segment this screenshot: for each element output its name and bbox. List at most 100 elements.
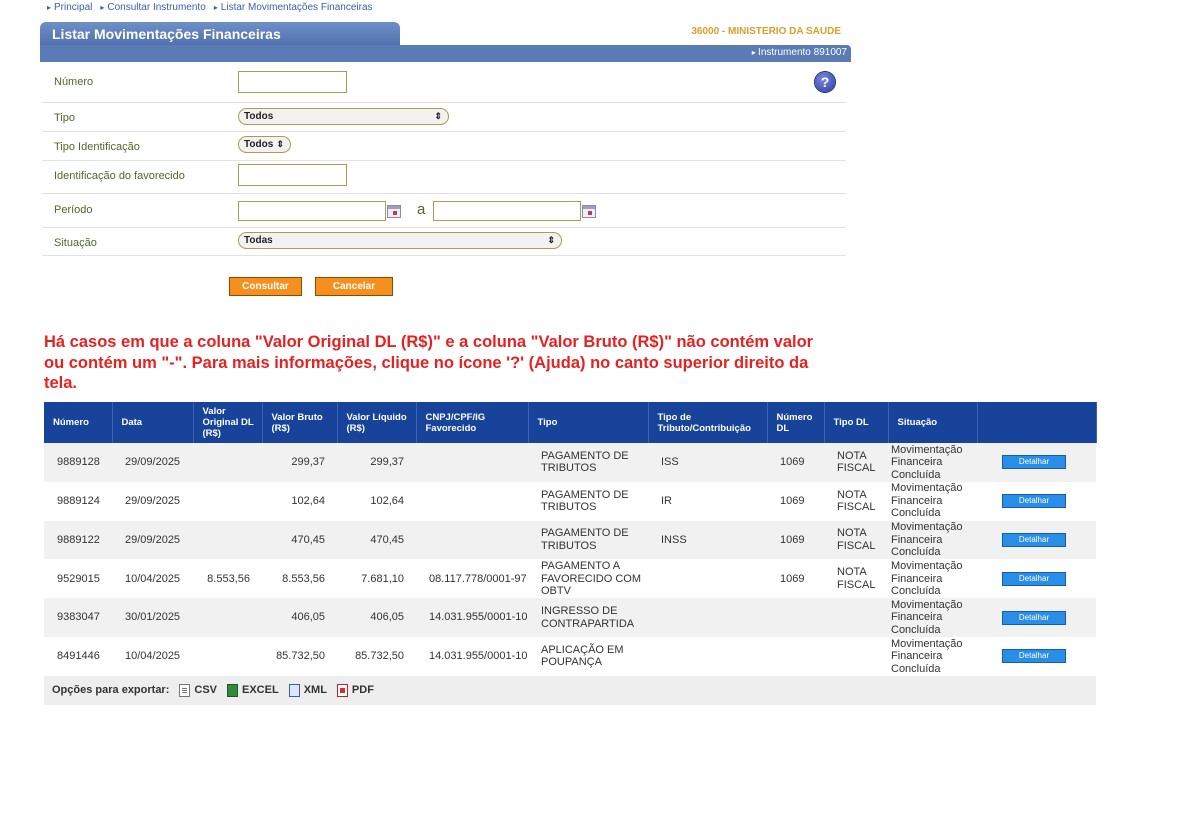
table-row: 9383047 30/01/2025 406,05 406,05 14.031.… — [44, 598, 1096, 637]
cell-tipo-dl: NOTA FISCAL — [824, 559, 888, 599]
cell-data: 10/04/2025 — [112, 636, 193, 676]
cell-tributo: ISS — [648, 443, 767, 482]
cell-numero-dl: 1069 — [767, 443, 824, 482]
header-numero-dl: Número DL — [767, 402, 825, 443]
form-row-tipo-identificacao: Tipo Identificação Todos ⇕ — [42, 131, 846, 161]
select-arrows-icon: ⇕ — [547, 235, 555, 245]
cell-data: 29/09/2025 — [112, 443, 193, 482]
numero-label: Número — [54, 76, 94, 88]
cell-tipo: PAGAMENTO DE TRIBUTOS — [528, 481, 648, 521]
cell-tipo: PAGAMENTO DE TRIBUTOS — [528, 443, 648, 482]
cell-valor-liquido: 102,64 — [337, 481, 416, 521]
cell-valor-original — [193, 443, 262, 482]
xml-file-icon[interactable] — [288, 684, 300, 697]
cell-numero-dl — [767, 636, 824, 676]
cell-data: 10/04/2025 — [112, 559, 193, 599]
cell-valor-liquido: 85.732,50 — [337, 636, 416, 676]
detalhar-button[interactable]: Detalhar — [1002, 571, 1066, 586]
detalhar-button[interactable]: Detalhar — [1002, 455, 1066, 470]
ident-favorecido-label: Identificação do favorecido — [54, 170, 185, 182]
excel-file-icon[interactable] — [227, 684, 238, 697]
header-numero: Número — [44, 402, 113, 443]
cell-cnpj: 14.031.955/0001-10 — [416, 636, 528, 676]
cell-valor-original — [193, 520, 262, 560]
cell-acao: Detalhar — [977, 636, 1096, 676]
cell-cnpj — [416, 520, 528, 560]
cell-valor-liquido: 406,05 — [337, 598, 416, 637]
cell-data: 29/09/2025 — [112, 481, 193, 521]
header-valor-bruto: Valor Bruto (R$) — [262, 402, 338, 443]
cell-valor-bruto: 102,64 — [262, 481, 337, 521]
header-tipo: Tipo — [528, 402, 649, 443]
cell-valor-bruto: 406,05 — [262, 598, 337, 637]
cell-tipo-dl: NOTA FISCAL — [824, 481, 888, 521]
form-row-tipo: Tipo Todos ⇕ — [42, 102, 846, 132]
numero-input[interactable] — [238, 71, 347, 93]
cell-tipo: INGRESSO DE CONTRAPARTIDA — [528, 598, 648, 637]
cell-numero: 9889128 — [44, 443, 112, 482]
pdf-file-icon[interactable] — [336, 684, 348, 697]
detalhar-button[interactable]: Detalhar — [1002, 610, 1066, 625]
periodo-label: Período — [54, 204, 93, 216]
cell-tipo: PAGAMENTO A FAVORECIDO COM OBTV — [528, 559, 648, 599]
calendar-icon[interactable] — [387, 205, 401, 218]
header-tipo-dl: Tipo DL — [824, 402, 889, 443]
table-header-row: Número Data Valor Original DL (R$) Valor… — [44, 402, 1097, 443]
cell-numero-dl: 1069 — [767, 481, 824, 521]
tipo-identificacao-select[interactable]: Todos ⇕ — [238, 136, 291, 153]
cell-cnpj: 08.117.778/0001-97 — [416, 559, 528, 599]
table-row: 8491446 10/04/2025 85.732,50 85.732,50 1… — [44, 636, 1096, 676]
cell-situacao: Movimentação Financeira Concluída — [888, 636, 977, 676]
cell-acao: Detalhar — [977, 598, 1096, 637]
cell-valor-bruto: 85.732,50 — [262, 636, 337, 676]
cell-tributo — [648, 598, 767, 637]
periodo-separator: a — [417, 201, 426, 218]
cell-tipo: APLICAÇÃO EM POUPANÇA — [528, 636, 648, 676]
detalhar-button[interactable]: Detalhar — [1002, 649, 1066, 664]
export-label: Opções para exportar: — [52, 684, 170, 696]
export-pdf-link[interactable]: PDF — [352, 677, 374, 704]
tipo-select[interactable]: Todos ⇕ — [238, 108, 449, 125]
cell-tipo-dl: NOTA FISCAL — [824, 443, 888, 482]
situacao-select[interactable]: Todas ⇕ — [238, 232, 562, 249]
breadcrumb-listar-movimentacoes[interactable]: Listar Movimentações Financeiras — [214, 2, 373, 13]
form-row-periodo: Período a — [42, 193, 846, 228]
cell-valor-liquido: 470,45 — [337, 520, 416, 560]
export-xml-link[interactable]: XML — [304, 677, 327, 704]
calendar-icon[interactable] — [582, 205, 596, 218]
cell-situacao: Movimentação Financeira Concluída — [888, 520, 977, 560]
periodo-start-input[interactable] — [238, 201, 386, 221]
csv-file-icon[interactable] — [179, 684, 191, 697]
cancelar-button[interactable]: Cancelar — [315, 277, 393, 296]
ident-favorecido-input[interactable] — [238, 164, 347, 186]
cell-situacao: Movimentação Financeira Concluída — [888, 443, 977, 482]
cell-valor-liquido: 7.681,10 — [337, 559, 416, 599]
breadcrumb-principal[interactable]: Principal — [47, 2, 92, 13]
situacao-label: Situação — [54, 237, 97, 249]
cell-tributo — [648, 636, 767, 676]
cell-tributo — [648, 559, 767, 599]
select-arrows-icon: ⇕ — [434, 111, 442, 121]
export-csv-link[interactable]: CSV — [194, 677, 217, 704]
breadcrumb: Principal Consultar Instrumento Listar M… — [47, 2, 373, 13]
cell-valor-liquido: 299,37 — [337, 443, 416, 482]
cell-valor-original — [193, 598, 262, 637]
detalhar-button[interactable]: Detalhar — [1002, 532, 1066, 547]
situacao-select-value: Todas — [244, 235, 273, 246]
form-row-numero: Número — [42, 62, 846, 103]
breadcrumb-consultar-instrumento[interactable]: Consultar Instrumento — [100, 2, 205, 13]
export-excel-link[interactable]: EXCEL — [242, 677, 279, 704]
consultar-button[interactable]: Consultar — [229, 277, 302, 296]
cell-tipo-dl — [824, 598, 888, 637]
cell-valor-original: 8.553,56 — [193, 559, 262, 599]
periodo-end-input[interactable] — [433, 201, 581, 221]
tipo-identificacao-value: Todos — [244, 139, 274, 150]
cell-numero: 9529015 — [44, 559, 112, 599]
cell-numero-dl: 1069 — [767, 520, 824, 560]
cell-cnpj — [416, 443, 528, 482]
instrument-link[interactable]: Instrumento 891007 — [700, 47, 847, 58]
tipo-label: Tipo — [54, 112, 75, 124]
detalhar-button[interactable]: Detalhar — [1002, 494, 1066, 509]
cell-valor-bruto: 470,45 — [262, 520, 337, 560]
cell-situacao: Movimentação Financeira Concluída — [888, 559, 977, 599]
